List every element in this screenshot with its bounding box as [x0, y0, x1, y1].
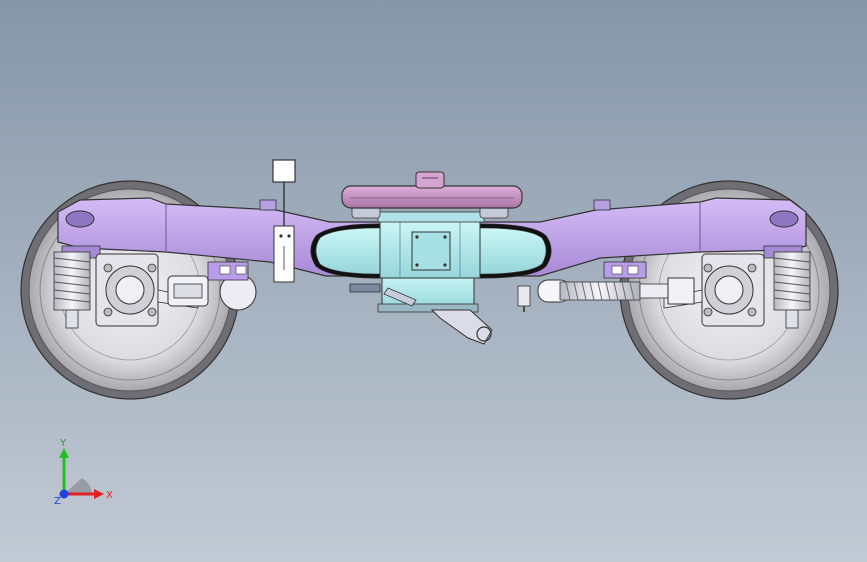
x-axis-label: X: [106, 490, 113, 501]
coordinate-triad[interactable]: Y X Z: [48, 436, 118, 507]
center-plate[interactable]: [341, 171, 523, 209]
bogie-assembly-model[interactable]: [0, 0, 867, 562]
y-axis-label: Y: [59, 438, 67, 449]
y-axis-arrowhead: [59, 448, 69, 458]
axis-triad-graphic: Y X Z: [54, 438, 113, 507]
z-axis-label: Z: [54, 496, 61, 506]
cad-graphics-viewport[interactable]: Y X Z: [0, 0, 867, 562]
x-axis-arrowhead: [94, 489, 104, 499]
